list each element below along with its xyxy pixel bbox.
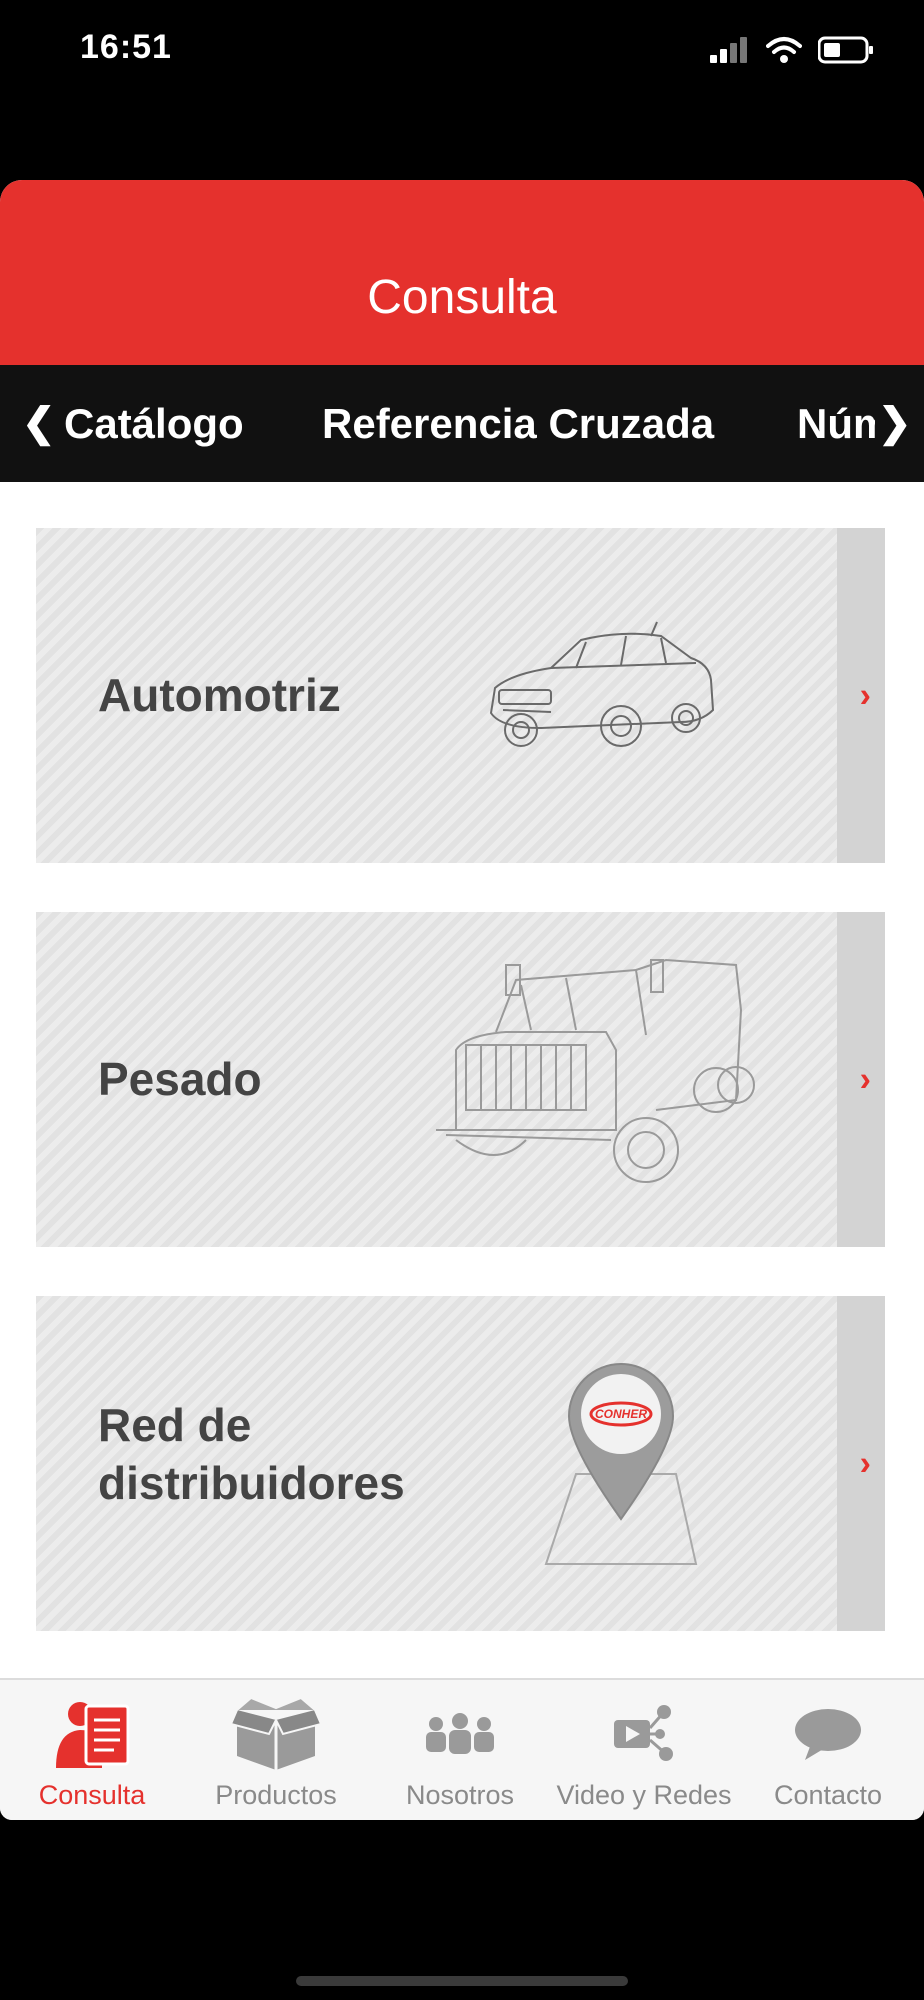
speech-bubble-icon (795, 1709, 861, 1760)
conher-logo-text: CONHER (595, 1407, 647, 1421)
truck-illustration (436, 958, 755, 1183)
tab-bar: ❮ Catálogo Referencia Cruzada Núm ❯ (0, 365, 924, 482)
card-label-line1: Red de (98, 1399, 252, 1451)
card-side-strip: › (837, 912, 885, 1247)
card-red-de-distribuidores[interactable]: Red de distribuidores CONHER › (36, 1296, 885, 1631)
status-time: 16:51 (80, 28, 172, 66)
card-label-line2: distribuidores (98, 1457, 405, 1509)
card-label: Pesado (98, 1053, 262, 1105)
nav-label: Video y Redes (556, 1780, 732, 1810)
status-bar: 16:51 (0, 0, 924, 110)
card-automotriz[interactable]: Automotriz › (36, 528, 885, 863)
tabs-left-arrow-icon[interactable]: ❮ (22, 365, 56, 482)
tabs-right-arrow-icon[interactable]: ❯ (878, 365, 912, 482)
signal-icon (710, 37, 747, 63)
nav-label: Contacto (773, 1780, 883, 1810)
nav-label: Consulta (38, 1780, 146, 1810)
card-side-strip: › (837, 528, 885, 863)
tab-referencia-cruzada[interactable]: Referencia Cruzada (322, 365, 714, 482)
nav-consulta[interactable]: Consulta (0, 1680, 184, 1820)
nav-label: Nosotros (405, 1780, 515, 1810)
nav-label: Productos (215, 1780, 337, 1810)
document-person-icon (56, 1702, 130, 1768)
home-indicator (296, 1976, 628, 1986)
nav-nosotros[interactable]: Nosotros (368, 1680, 552, 1820)
people-icon (426, 1713, 494, 1754)
nav-video-y-redes[interactable]: Video y Redes (552, 1680, 736, 1820)
nav-contacto[interactable]: Contacto (736, 1680, 920, 1820)
status-icons (710, 34, 874, 66)
chevron-right-icon: › (859, 1444, 871, 1482)
box-icon (231, 1698, 321, 1770)
header-bar: Consulta (0, 180, 924, 365)
video-share-icon (614, 1705, 673, 1761)
battery-icon (818, 36, 873, 64)
wifi-icon (766, 37, 802, 63)
chevron-right-icon: › (859, 1060, 871, 1098)
car-illustration (489, 621, 715, 747)
tab-catalogo[interactable]: Catálogo (64, 365, 244, 482)
card-label: Red de distribuidores (98, 1396, 405, 1512)
card-pesado[interactable]: Pesado › (36, 912, 885, 1247)
app-screen: Consulta ❮ Catálogo Referencia Cruzada N… (0, 180, 924, 1820)
chevron-right-icon: › (859, 676, 871, 714)
card-side-strip: › (837, 1296, 885, 1631)
card-label: Automotriz (98, 669, 341, 721)
map-pin-illustration: CONHER (544, 1362, 698, 1565)
tab-numero[interactable]: Núm (797, 365, 875, 482)
page-title: Consulta (367, 271, 557, 324)
bottom-nav: Consulta Productos Nosotros Video y Rede… (0, 1678, 924, 1820)
nav-productos[interactable]: Productos (184, 1680, 368, 1820)
